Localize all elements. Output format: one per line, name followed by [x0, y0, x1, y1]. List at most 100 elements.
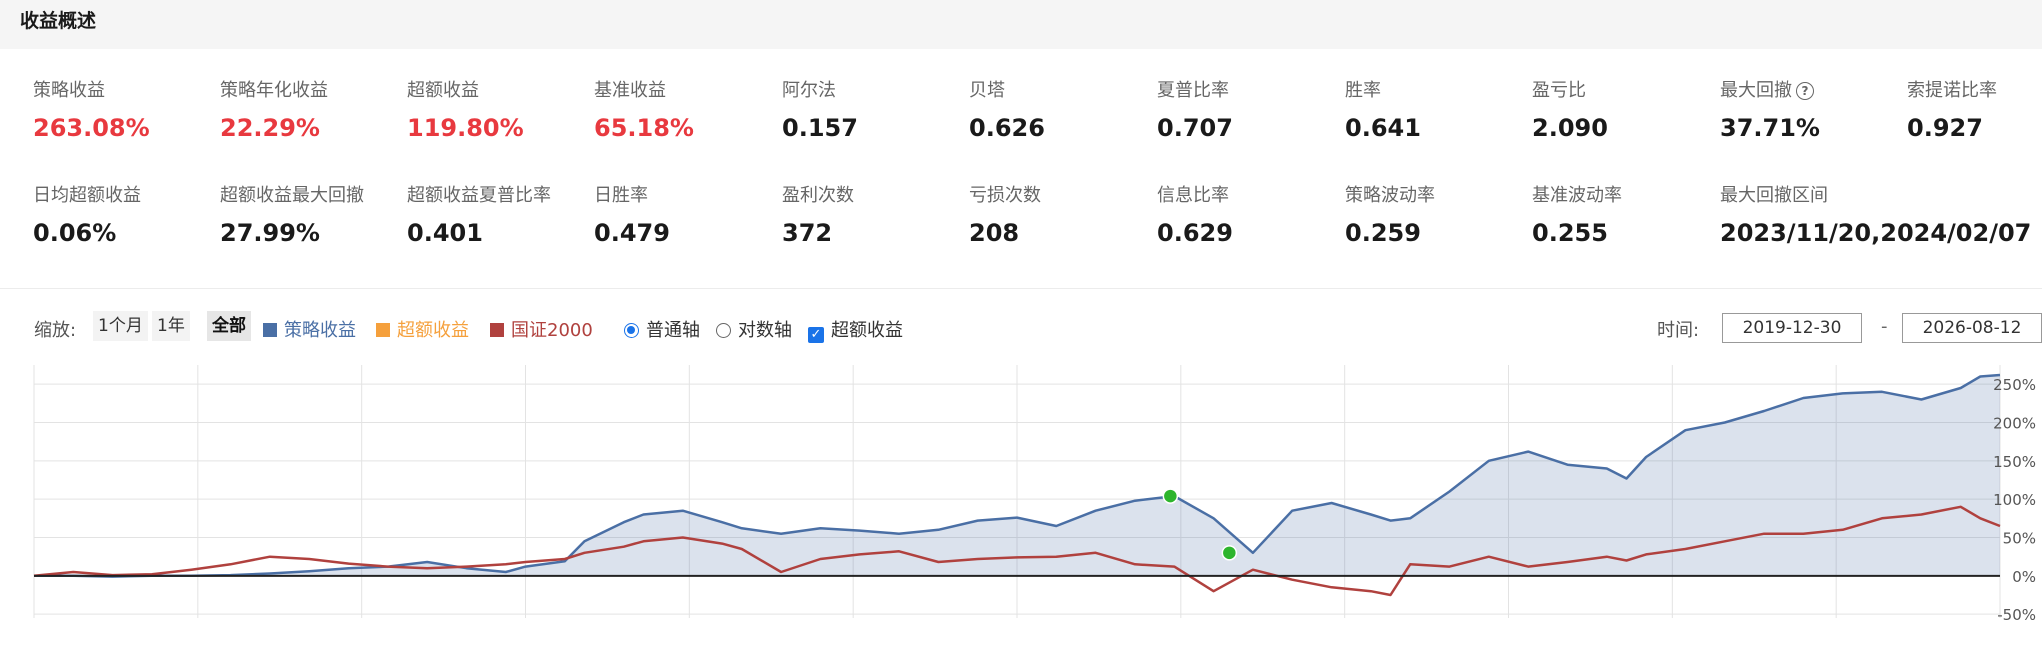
checkbox-label: 超额收益 — [831, 320, 903, 341]
stat-label: 阿尔法 — [782, 80, 836, 101]
stat-max-drawdown-period: 最大回撤区间 2023/11/20,2024/02/07 — [1720, 184, 2032, 248]
stat-loss-count: 亏损次数 208 — [969, 184, 1159, 248]
stat-win-rate: 胜率 0.641 — [1345, 79, 1535, 143]
stat-value: 0.479 — [594, 219, 670, 247]
y-tick-label: 250% — [1993, 376, 2036, 394]
y-tick-label: 200% — [1993, 415, 2036, 433]
stat-label: 盈亏比 — [1532, 80, 1586, 101]
y-tick-label: 150% — [1993, 453, 2036, 471]
returns-chart[interactable]: -50% 0% 50% 100% 150% 200% 250% — [0, 360, 2042, 630]
start-date-input[interactable]: 2019-12-30 — [1722, 313, 1862, 343]
y-tick-label: -50% — [1997, 606, 2036, 624]
stat-value: 37.71% — [1720, 114, 1820, 142]
end-date-input[interactable]: 2026-08-12 — [1902, 313, 2042, 343]
axis-log-radio[interactable]: 对数轴 — [716, 316, 792, 342]
stat-label: 贝塔 — [969, 80, 1005, 101]
radio-unchecked-icon — [716, 323, 731, 338]
stat-value: 0.641 — [1345, 114, 1421, 142]
stat-value: 372 — [782, 219, 833, 247]
zoom-all-button[interactable]: 全部 — [207, 311, 251, 341]
stat-label: 基准波动率 — [1532, 185, 1622, 206]
stat-information-ratio: 信息比率 0.629 — [1157, 184, 1347, 248]
stat-value: 0.629 — [1157, 219, 1233, 247]
stat-value: 65.18% — [594, 114, 694, 142]
date-separator: - — [1881, 316, 1888, 337]
stat-label: 盈利次数 — [782, 185, 854, 206]
legend-swatch — [490, 323, 504, 337]
stat-value: 27.99% — [220, 219, 320, 247]
stat-label: 策略年化收益 — [220, 80, 328, 101]
stat-excess-return: 超额收益 119.80% — [407, 79, 597, 143]
stat-alpha: 阿尔法 0.157 — [782, 79, 972, 143]
section-divider — [0, 288, 2042, 289]
legend-strategy[interactable]: 策略收益 — [263, 316, 356, 342]
stat-label: 索提诺比率 — [1907, 80, 1997, 101]
stat-value: 0.401 — [407, 219, 483, 247]
stat-annualized-return: 策略年化收益 22.29% — [220, 79, 410, 143]
stat-value: 0.707 — [1157, 114, 1233, 142]
stat-strategy-volatility: 策略波动率 0.259 — [1345, 184, 1535, 248]
zoom-label: 缩放: — [34, 320, 77, 341]
chart-toolbar: 缩放: 1个月 1年 全部 策略收益 超额收益 国证2000 普通轴 对数轴 ✓… — [0, 308, 2042, 348]
drawdown-marker — [1221, 545, 1238, 561]
time-label: 时间: — [1657, 320, 1700, 341]
stat-label: 夏普比率 — [1157, 80, 1229, 101]
legend-label: 策略收益 — [284, 320, 356, 341]
page-title: 收益概述 — [20, 10, 97, 32]
excess-return-checkbox[interactable]: ✓ 超额收益 — [808, 316, 903, 343]
stat-value: 22.29% — [220, 114, 320, 142]
legend-excess[interactable]: 超额收益 — [376, 316, 469, 342]
radio-label: 对数轴 — [738, 320, 792, 341]
y-tick-label: 100% — [1993, 491, 2036, 509]
stat-benchmark-return: 基准收益 65.18% — [594, 79, 784, 143]
stat-strategy-return: 策略收益 263.08% — [33, 79, 223, 143]
stat-benchmark-volatility: 基准波动率 0.255 — [1532, 184, 1722, 248]
stats-panel: 策略收益 263.08% 策略年化收益 22.29% 超额收益 119.80% … — [0, 49, 2042, 289]
stat-label-wrap: 最大回撤? — [1720, 79, 1910, 103]
stat-value: 0.927 — [1907, 114, 1983, 142]
stat-label: 最大回撤区间 — [1720, 185, 1828, 206]
stat-label: 策略波动率 — [1345, 185, 1435, 206]
stat-daily-excess: 日均超额收益 0.06% — [33, 184, 223, 248]
zoom-1-year-button[interactable]: 1年 — [152, 311, 190, 341]
radio-checked-icon — [624, 323, 639, 338]
legend-label: 超额收益 — [397, 320, 469, 341]
legend-swatch — [376, 323, 390, 337]
stat-sortino: 索提诺比率 0.927 — [1907, 79, 2042, 143]
drawdown-marker — [1162, 488, 1179, 504]
help-icon[interactable]: ? — [1796, 82, 1814, 100]
stat-profit-loss-ratio: 盈亏比 2.090 — [1532, 79, 1722, 143]
stat-value: 208 — [969, 219, 1020, 247]
stat-value: 263.08% — [33, 114, 150, 142]
stat-label: 超额收益最大回撤 — [220, 185, 364, 206]
legend-swatch — [263, 323, 277, 337]
y-tick-label: 50% — [2003, 530, 2036, 548]
stat-label: 基准收益 — [594, 80, 666, 101]
stat-daily-win-rate: 日胜率 0.479 — [594, 184, 784, 248]
stat-label: 信息比率 — [1157, 185, 1229, 206]
stat-value: 0.255 — [1532, 219, 1608, 247]
stat-label: 胜率 — [1345, 80, 1381, 101]
stat-label: 日胜率 — [594, 185, 648, 206]
stat-label: 日均超额收益 — [33, 185, 141, 206]
axis-normal-radio[interactable]: 普通轴 — [624, 316, 700, 342]
y-tick-label: 0% — [2012, 568, 2036, 586]
stat-excess-max-drawdown: 超额收益最大回撤 27.99% — [220, 184, 410, 248]
stat-label: 亏损次数 — [969, 185, 1041, 206]
radio-label: 普通轴 — [646, 320, 700, 341]
legend-label: 国证2000 — [511, 320, 593, 341]
stat-profit-count: 盈利次数 372 — [782, 184, 972, 248]
legend-benchmark[interactable]: 国证2000 — [490, 316, 593, 342]
stat-value: 0.157 — [782, 114, 858, 142]
section-header: 收益概述 — [0, 0, 2042, 49]
stat-sharpe: 夏普比率 0.707 — [1157, 79, 1347, 143]
stat-value: 0.259 — [1345, 219, 1421, 247]
stat-value: 0.06% — [33, 219, 117, 247]
zoom-1-month-button[interactable]: 1个月 — [93, 311, 148, 341]
checkbox-checked-icon: ✓ — [808, 327, 824, 343]
stat-label: 策略收益 — [33, 80, 105, 101]
stat-value: 2023/11/20,2024/02/07 — [1720, 219, 2032, 247]
stat-beta: 贝塔 0.626 — [969, 79, 1159, 143]
stat-value: 0.626 — [969, 114, 1045, 142]
stat-max-drawdown: 最大回撤? 37.71% — [1720, 79, 1910, 143]
